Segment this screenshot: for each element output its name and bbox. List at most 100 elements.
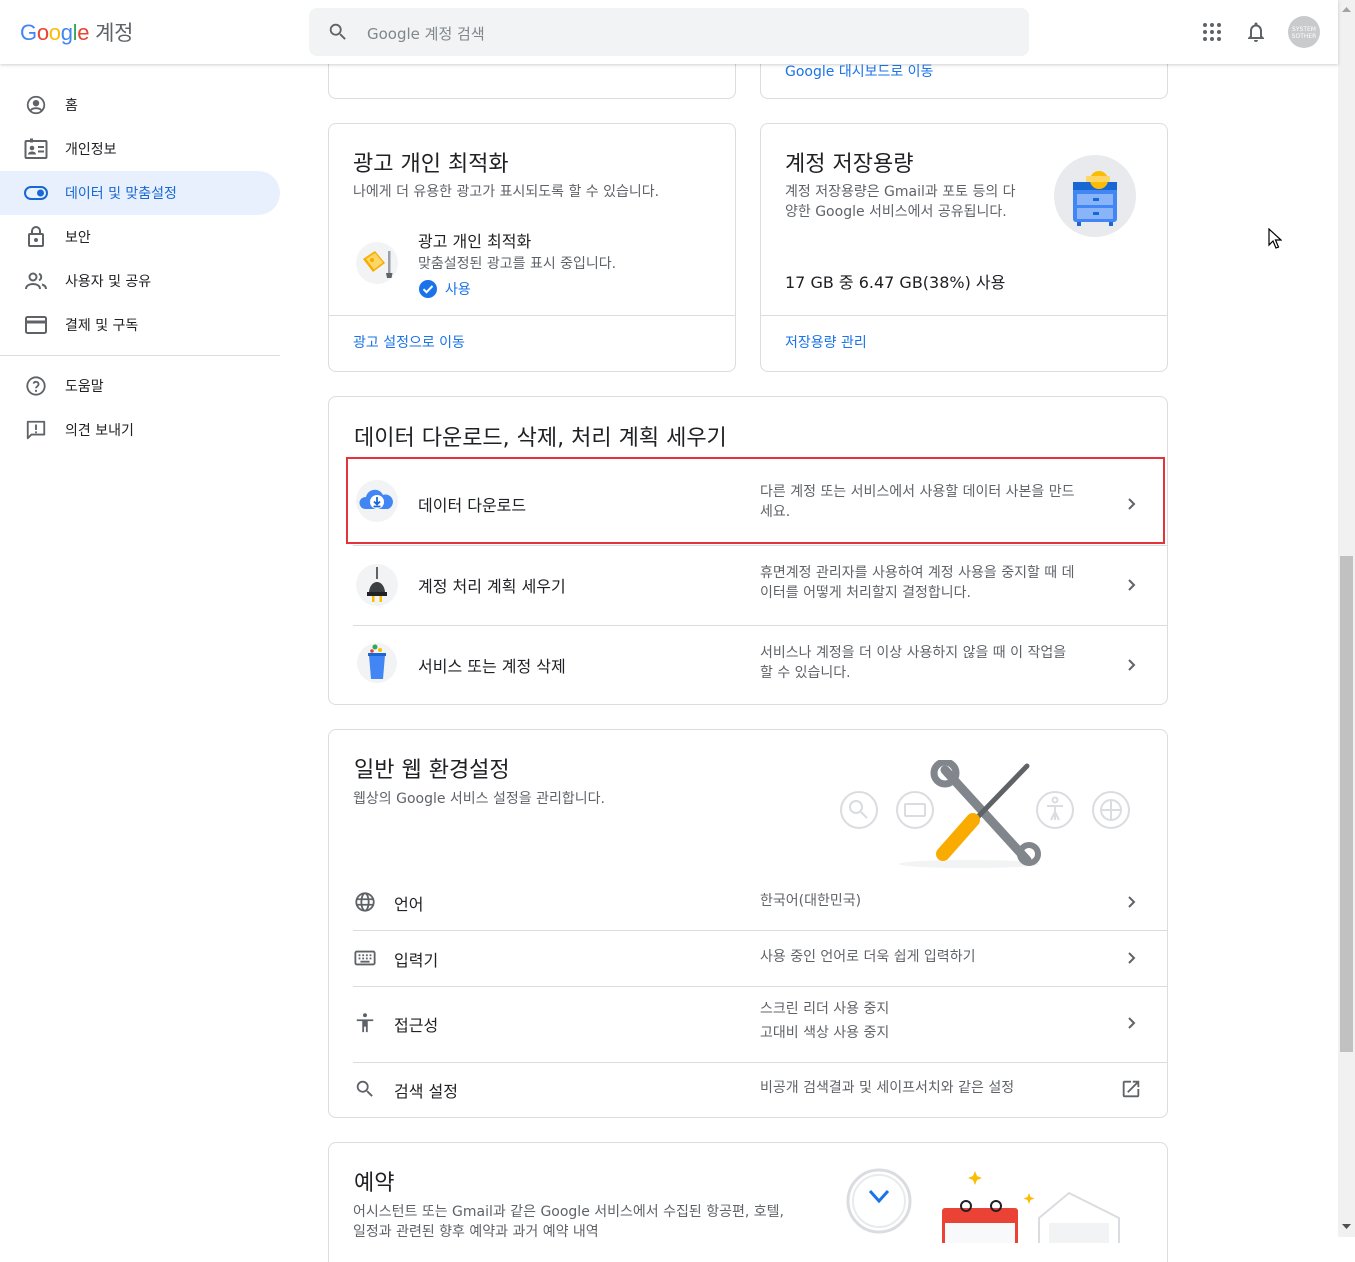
- sidebar-item-security[interactable]: 보안: [0, 215, 280, 259]
- sidebar-item-label: 도움말: [65, 379, 104, 395]
- card-subtitle: 나에게 더 유용한 광고가 표시되도록 할 수 있습니다.: [353, 184, 660, 200]
- storage-cabinet-icon: [1053, 154, 1137, 242]
- avatar[interactable]: SYSTEM SOTHER: [1288, 16, 1320, 48]
- dashboard-link[interactable]: Google 대시보드로 이동: [785, 61, 933, 81]
- scroll-up-arrow-icon[interactable]: [1342, 6, 1351, 12]
- people-icon: [24, 269, 48, 293]
- list-item-input-tools[interactable]: 입력기 사용 중인 언어로 더욱 쉽게 입력하기: [329, 930, 1167, 986]
- row-desc-line1: 한국어(대한민국): [760, 893, 862, 909]
- web-preferences-card: 일반 웹 환경설정 웹상의 Google 서비스 설정을 관리합니다. 언어 한…: [328, 729, 1168, 1118]
- calendar-clock-illustration-icon: [839, 1163, 1139, 1249]
- product-name: 계정: [95, 21, 134, 45]
- ads-status: 사용: [445, 282, 471, 298]
- card-subtitle-line2: 일정과 관련된 향후 예약과 과거 예약 내역: [353, 1224, 599, 1240]
- search-icon[interactable]: [327, 21, 349, 47]
- row-label: 검색 설정: [394, 1082, 458, 1101]
- list-item-inactive-account[interactable]: 계정 처리 계획 세우기 휴면계정 관리자를 사용하여 계정 사용을 중지할 때…: [329, 545, 1167, 625]
- row-desc-line1: 사용 중인 언어로 더욱 쉽게 입력하기: [760, 949, 976, 965]
- globe-icon: [354, 891, 376, 917]
- sidebar-item-label: 보안: [65, 230, 91, 246]
- toggle-icon: [24, 181, 48, 205]
- lock-icon: [24, 225, 48, 249]
- list-item-language[interactable]: 언어 한국어(대한민국): [329, 874, 1167, 930]
- ads-personalization-card: 광고 개인 최적화 나에게 더 유용한 광고가 표시되도록 할 수 있습니다. …: [328, 123, 736, 372]
- help-icon: [24, 374, 48, 398]
- sidebar-item-label: 개인정보: [65, 142, 117, 158]
- check-circle-icon: [418, 279, 438, 303]
- scrollbar-thumb[interactable]: [1340, 556, 1353, 1052]
- row-label: 서비스 또는 계정 삭제: [418, 657, 566, 676]
- row-desc-line1: 스크린 리더 사용 중지: [760, 1001, 890, 1017]
- sidebar-item-help[interactable]: 도움말: [0, 364, 280, 408]
- sidebar-item-label: 홈: [65, 98, 78, 114]
- sidebar-nav: 홈 개인정보 데이터 및 맞춤설정 보안 사용자 및 공유 결제 및 구독 도움…: [0, 64, 280, 452]
- card-subtitle-line2: 양한 Google 서비스에서 공유됩니다.: [785, 204, 1007, 220]
- divider: [329, 315, 735, 316]
- account-storage-card: 계정 저장용량 계정 저장용량은 Gmail과 포토 등의 다 양한 Googl…: [760, 123, 1168, 372]
- chevron-right-icon: [1121, 1013, 1141, 1033]
- tools-illustration-icon: [839, 758, 1139, 879]
- mouse-cursor-icon: [1268, 228, 1282, 249]
- sidebar-item-data-personalization[interactable]: 데이터 및 맞춤설정: [0, 171, 280, 215]
- top-app-bar: Google 계정 Google 계정 검색 SYSTEM SOTHER: [0, 0, 1338, 64]
- accessibility-icon: [354, 1012, 376, 1038]
- sidebar-item-label: 의견 보내기: [65, 423, 134, 439]
- card-subtitle-line1: 계정 저장용량은 Gmail과 포토 등의 다: [785, 184, 1016, 200]
- account-circle-icon: [24, 93, 48, 117]
- row-desc-line2: 이터를 어떻게 처리할지 결정합니다.: [760, 585, 971, 601]
- divider: [761, 315, 1167, 316]
- row-label: 계정 처리 계획 세우기: [418, 577, 566, 596]
- chevron-right-icon: [1121, 948, 1141, 968]
- id-card-icon: [24, 137, 48, 161]
- card-title: 계정 저장용량: [785, 152, 914, 177]
- row-label: 언어: [394, 895, 424, 914]
- search-input[interactable]: Google 계정 검색: [367, 23, 485, 44]
- row-label: 접근성: [394, 1016, 439, 1035]
- reservations-card: 예약 어시스턴트 또는 Gmail과 같은 Google 서비스에서 수집된 항…: [328, 1142, 1168, 1262]
- scroll-down-arrow-icon[interactable]: [1342, 1224, 1351, 1230]
- list-item-search-settings[interactable]: 검색 설정 비공개 검색결과 및 세이프서치와 같은 설정: [329, 1062, 1167, 1118]
- ads-item-desc: 맞춤설정된 광고를 표시 중입니다.: [418, 256, 617, 272]
- highlight-box: [346, 457, 1165, 544]
- row-label: 입력기: [394, 951, 439, 970]
- feedback-icon: [24, 418, 48, 442]
- sidebar-item-label: 데이터 및 맞춤설정: [65, 186, 177, 202]
- ad-settings-link[interactable]: 광고 설정으로 이동: [353, 332, 465, 352]
- credit-card-icon: [24, 313, 48, 337]
- data-download-delete-card: 데이터 다운로드, 삭제, 처리 계획 세우기 데이터 다운로드 다른 계정 또…: [328, 396, 1168, 705]
- storage-usage: 17 GB 중 6.47 GB(38%) 사용: [785, 273, 1006, 292]
- sidebar-item-people-sharing[interactable]: 사용자 및 공유: [0, 259, 280, 303]
- google-account-logo[interactable]: Google 계정: [20, 17, 134, 47]
- search-bar[interactable]: Google 계정 검색: [309, 8, 1029, 56]
- manage-storage-link[interactable]: 저장용량 관리: [785, 332, 867, 352]
- list-item-accessibility[interactable]: 접근성 스크린 리더 사용 중지 고대비 색상 사용 중지: [329, 986, 1167, 1062]
- open-in-new-icon: [1120, 1078, 1140, 1098]
- row-desc-line1: 비공개 검색결과 및 세이프서치와 같은 설정: [760, 1080, 1015, 1096]
- card-title: 일반 웹 환경설정: [354, 758, 510, 783]
- card-subtitle-line1: 어시스턴트 또는 Gmail과 같은 Google 서비스에서 수집된 항공편,…: [353, 1204, 784, 1220]
- ads-item-title: 광고 개인 최적화: [418, 232, 532, 251]
- card-title: 예약: [354, 1171, 395, 1196]
- chevron-right-icon: [1121, 575, 1141, 595]
- sidebar-item-feedback[interactable]: 의견 보내기: [0, 408, 280, 452]
- sidebar-item-label: 결제 및 구독: [65, 318, 139, 334]
- row-desc-line2: 할 수 있습니다.: [760, 665, 851, 681]
- search-icon: [354, 1078, 376, 1104]
- keyboard-icon: [354, 947, 376, 973]
- row-desc-line2: 고대비 색상 사용 중지: [760, 1025, 890, 1041]
- bell-icon[interactable]: [1244, 20, 1268, 48]
- ad-tag-icon: [355, 241, 399, 289]
- list-item-delete-service[interactable]: 서비스 또는 계정 삭제 서비스나 계정을 더 이상 사용하지 않을 때 이 작…: [329, 625, 1167, 705]
- card-title: 광고 개인 최적화: [353, 152, 509, 177]
- sidebar-divider: [0, 355, 280, 356]
- sidebar-item-home[interactable]: 홈: [0, 83, 280, 127]
- sidebar-item-label: 사용자 및 공유: [65, 274, 152, 290]
- apps-grid-icon[interactable]: [1200, 20, 1224, 48]
- chevron-right-icon: [1121, 655, 1141, 675]
- sidebar-item-personal-info[interactable]: 개인정보: [0, 127, 280, 171]
- trash-bin-icon: [355, 639, 399, 687]
- row-desc-line1: 서비스나 계정을 더 이상 사용하지 않을 때 이 작업을: [760, 645, 1067, 661]
- sidebar-item-payments[interactable]: 결제 및 구독: [0, 303, 280, 347]
- card-title: 데이터 다운로드, 삭제, 처리 계획 세우기: [354, 426, 727, 451]
- card-subtitle: 웹상의 Google 서비스 설정을 관리합니다.: [353, 791, 605, 807]
